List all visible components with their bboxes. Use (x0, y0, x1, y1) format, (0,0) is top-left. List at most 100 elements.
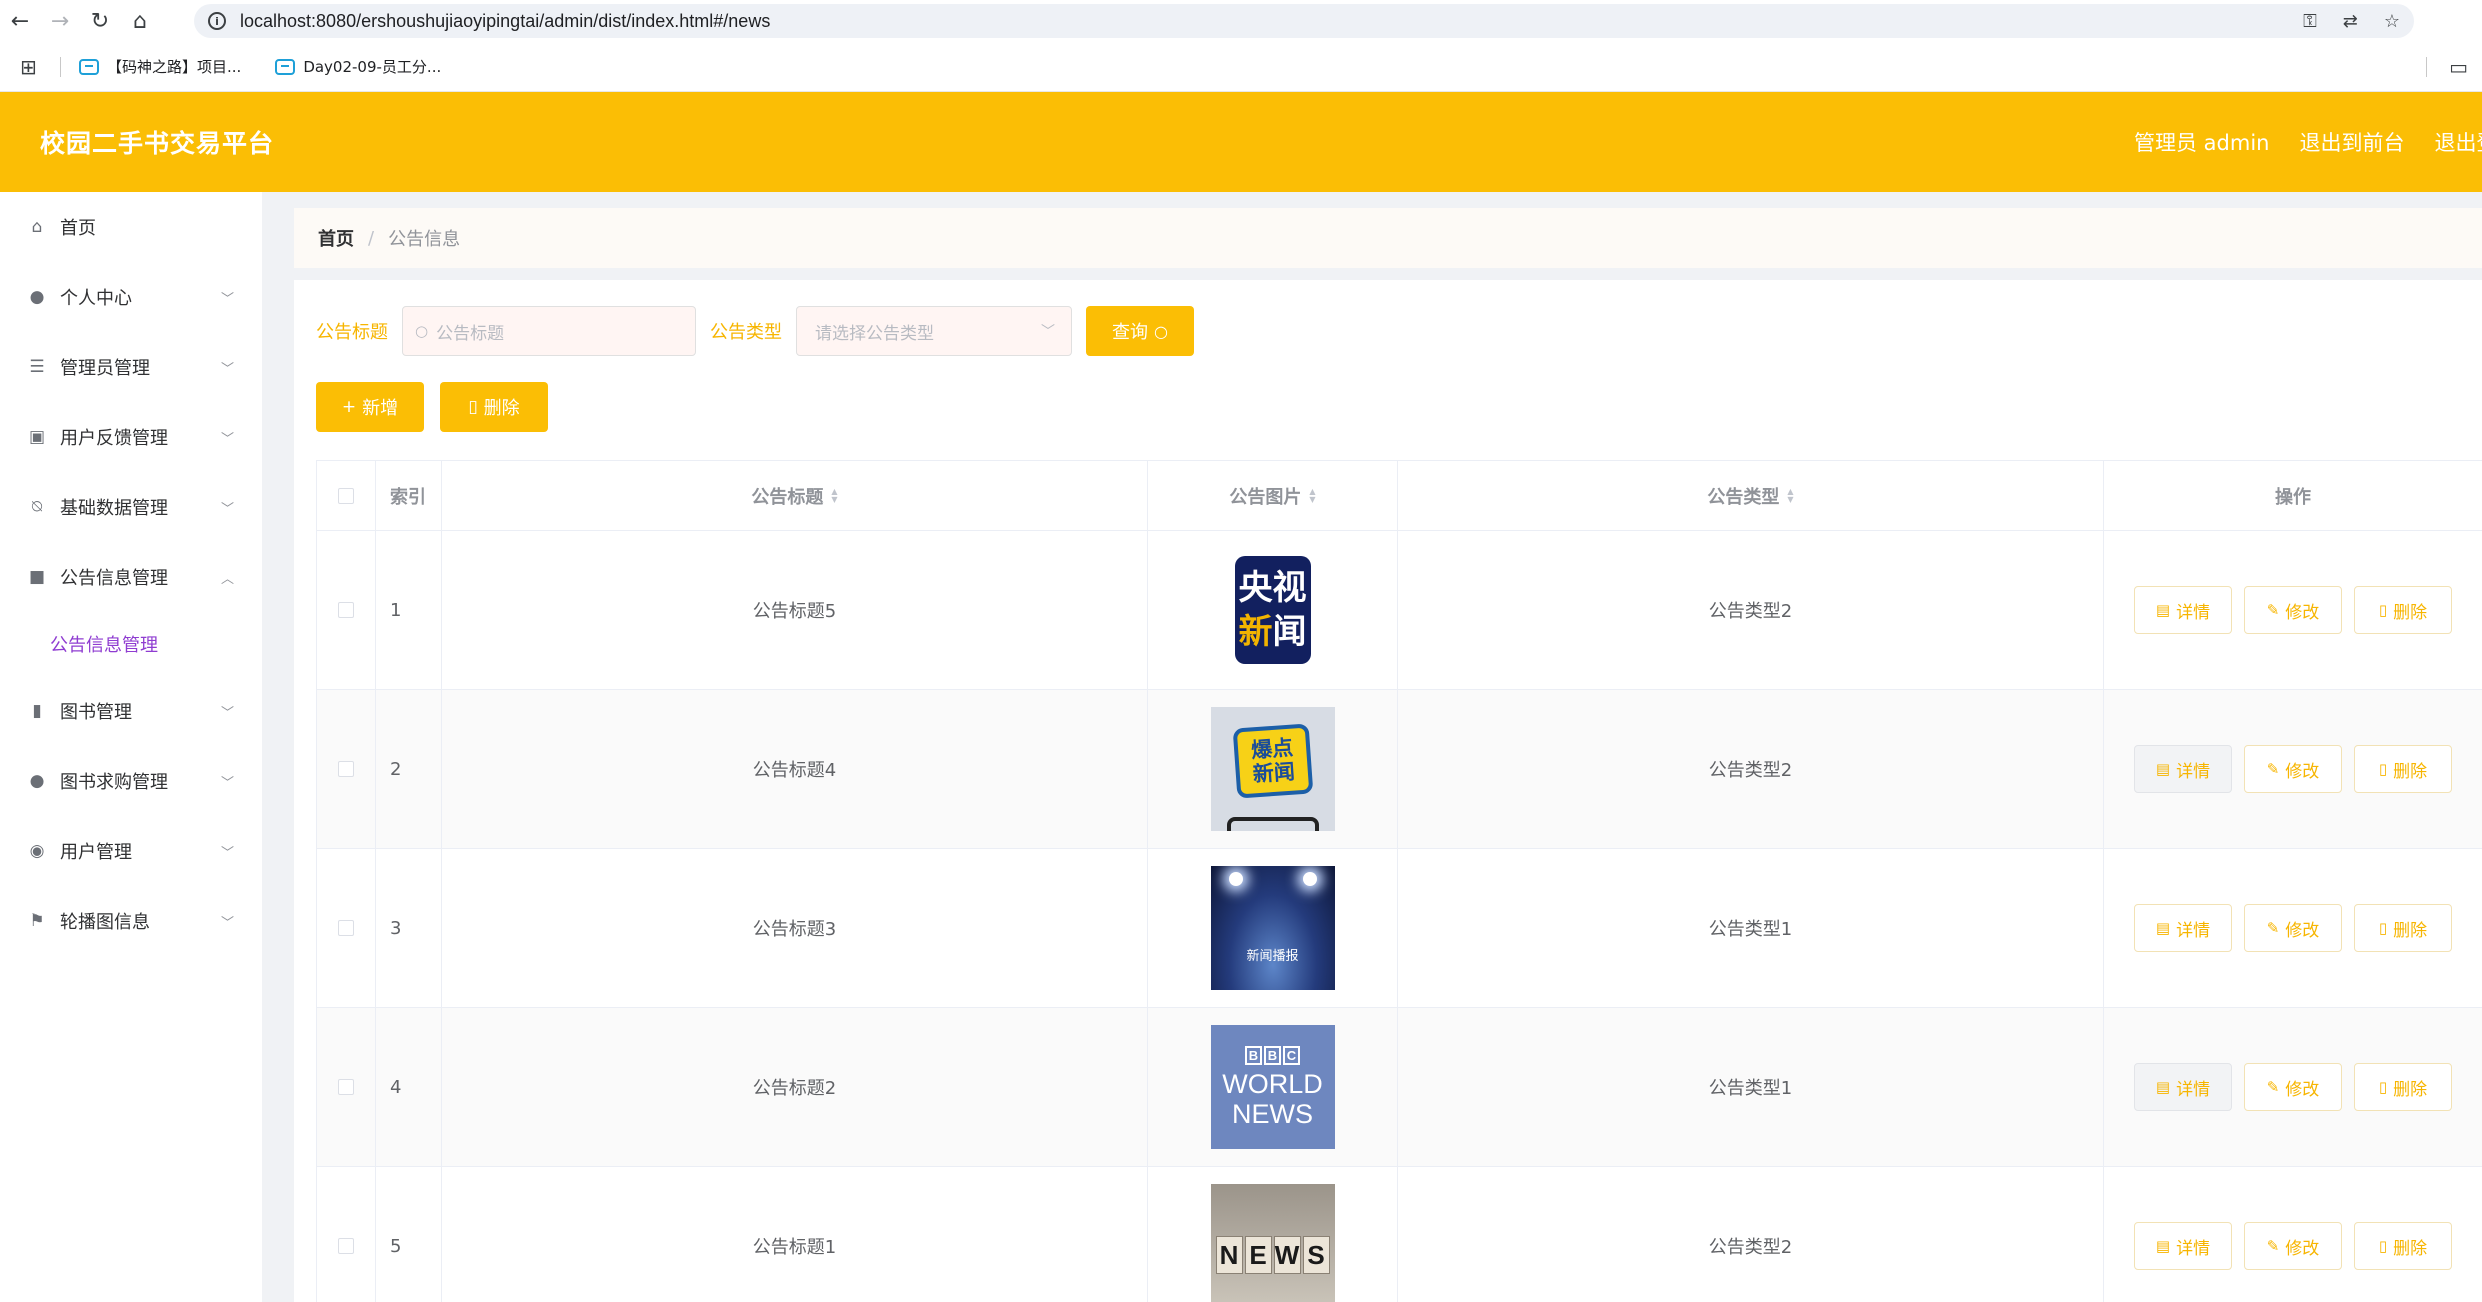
logo-text-highlight: 新 (1238, 612, 1273, 652)
sidebar-item-label: 首页 (60, 218, 96, 239)
sidebar-item-book-management[interactable]: ▮ 图书管理 ﹀ (0, 676, 262, 746)
add-button[interactable]: + 新增 (316, 382, 424, 432)
title-search-input[interactable]: ○ 公告标题 (402, 306, 696, 356)
exit-to-frontend-link[interactable]: 退出到前台 (2299, 127, 2404, 157)
star-icon[interactable]: ☆ (2384, 11, 2400, 32)
bilibili-icon (275, 58, 296, 75)
edit-button[interactable]: ✎ 修改 (2244, 1063, 2342, 1111)
select-all-checkbox[interactable] (338, 487, 354, 504)
user-icon: ● (29, 287, 45, 307)
column-header-type[interactable]: 公告类型 ▲ ▼ (1398, 461, 2104, 530)
reload-icon[interactable]: ↻ (80, 0, 120, 42)
row-title: 公告标题3 (442, 849, 1148, 1007)
type-filter-label: 公告类型 (710, 322, 782, 343)
search-icon: ○ (1154, 321, 1168, 341)
sort-icon[interactable]: ▲ ▼ (1787, 487, 1793, 504)
site-info-icon[interactable]: i (208, 12, 226, 30)
row-checkbox[interactable] (338, 920, 354, 936)
edit-label: 修改 (2285, 602, 2320, 623)
row-checkbox[interactable] (338, 1238, 354, 1254)
translate-icon[interactable]: ⇄ (2343, 11, 2358, 32)
delete-button[interactable]: ▯ 删除 (2354, 586, 2452, 634)
row-type: 公告类型2 (1398, 690, 2104, 848)
logout-link[interactable]: 退出登录 (2434, 127, 2482, 157)
column-header-label: 公告图片 (1229, 486, 1302, 508)
apps-grid-icon[interactable]: ⊞ (20, 55, 50, 79)
pencil-icon: ✎ (2266, 1078, 2280, 1096)
row-checkbox[interactable] (338, 602, 354, 618)
document-icon: ▤ (2155, 760, 2171, 778)
row-checkbox[interactable] (338, 1079, 354, 1095)
breadcrumb-home[interactable]: 首页 (318, 225, 354, 251)
sidebar-item-basic-data[interactable]: ⍉ 基础数据管理 ﹀ (0, 472, 262, 542)
bbc-letter: B (1245, 1045, 1262, 1065)
sidebar-item-feedback-management[interactable]: ▣ 用户反馈管理 ﹀ (0, 402, 262, 472)
edit-label: 修改 (2285, 1079, 2320, 1100)
sort-icon[interactable]: ▲ ▼ (831, 487, 837, 504)
location-icon: ◉ (29, 841, 45, 861)
detail-button[interactable]: ▤ 详情 (2134, 1063, 2232, 1111)
sidebar-item-label: 用户反馈管理 (60, 428, 168, 449)
sidebar-item-book-request[interactable]: ● 图书求购管理 ﹀ (0, 746, 262, 816)
edit-button[interactable]: ✎ 修改 (2244, 586, 2342, 634)
badge-text-line: 爆点 (1249, 735, 1294, 763)
column-header-label: 索引 (390, 486, 426, 508)
type-select[interactable]: 请选择公告类型 ﹀ (796, 306, 1072, 356)
table-row: 4 公告标题2 B B C WORLD NEWS 公告类型1 ▤ 详情 ✎ 修改 (316, 1008, 2482, 1167)
delete-button[interactable]: ▯ 删除 (2354, 904, 2452, 952)
sidebar-item-carousel[interactable]: ⚑ 轮播图信息 ﹀ (0, 886, 262, 956)
breadcrumb-separator: / (368, 227, 375, 249)
chevron-down-icon: ﹀ (220, 502, 234, 517)
submenu-item-announcement[interactable]: 公告信息管理 (0, 612, 262, 676)
sidebar-item-personal-center[interactable]: ● 个人中心 ﹀ (0, 262, 262, 332)
address-bar[interactable]: i localhost:8080/ershoushujiaoyipingtai/… (194, 4, 2414, 38)
column-header-image[interactable]: 公告图片 ▲ ▼ (1148, 461, 1398, 530)
bookmarks-bar: ⊞ 【码神之路】项目... Day02-09-员工分... ▭ (0, 42, 2482, 92)
back-icon[interactable]: ← (0, 0, 40, 42)
detail-button[interactable]: ▤ 详情 (2134, 586, 2232, 634)
batch-delete-button[interactable]: ▯ 删除 (440, 382, 548, 432)
sidebar-item-admin-management[interactable]: ☰ 管理员管理 ﹀ (0, 332, 262, 402)
key-icon[interactable]: ⚿ (2303, 11, 2317, 32)
document-icon: ▤ (2155, 1237, 2171, 1255)
detail-label: 详情 (2176, 761, 2211, 782)
letter-tiles: N E W S (1215, 1236, 1330, 1274)
edit-button[interactable]: ✎ 修改 (2244, 904, 2342, 952)
sidebar-item-user-management[interactable]: ◉ 用户管理 ﹀ (0, 816, 262, 886)
table-row: 1 公告标题5 央视 新闻 公告类型2 ▤ 详情 ✎ 修改 ▯ 删除 (316, 531, 2482, 690)
edit-button[interactable]: ✎ 修改 (2244, 745, 2342, 793)
delete-button[interactable]: ▯ 删除 (2354, 1063, 2452, 1111)
row-image-cell: 新闻播报 (1148, 849, 1398, 1007)
detail-label: 详情 (2176, 920, 2211, 941)
row-checkbox[interactable] (338, 761, 354, 777)
detail-button[interactable]: ▤ 详情 (2134, 904, 2232, 952)
column-header-index: 索引 (376, 461, 442, 530)
sliders-icon: ☰ (29, 357, 45, 377)
chevron-down-icon: ﹀ (220, 776, 234, 791)
table-row: 2 公告标题4 爆点 新闻 公告类型2 ▤ 详情 ✎ 修改 ▯ 删除 (316, 690, 2482, 849)
app-title: 校园二手书交易平台 (40, 129, 275, 158)
query-button[interactable]: 查询 ○ (1086, 306, 1194, 356)
delete-button[interactable]: ▯ 删除 (2354, 745, 2452, 793)
home-icon[interactable]: ⌂ (120, 0, 160, 42)
search-form: 公告标题 ○ 公告标题 公告类型 请选择公告类型 ﹀ 查询 ○ (316, 306, 1194, 356)
detail-button[interactable]: ▤ 详情 (2134, 1222, 2232, 1270)
forward-icon[interactable]: → (40, 0, 80, 42)
column-header-title[interactable]: 公告标题 ▲ ▼ (442, 461, 1148, 530)
chevron-down-icon: ﹀ (220, 916, 234, 931)
bookmark-item[interactable]: Day02-09-员工分... (275, 56, 441, 77)
sidebar-item-home[interactable]: ⌂ 首页 (0, 192, 262, 262)
detail-label: 详情 (2176, 602, 2211, 623)
sidebar-item-label: 管理员管理 (60, 358, 150, 379)
delete-label: 删除 (2393, 761, 2428, 782)
bookmark-item[interactable]: 【码神之路】项目... (79, 56, 241, 77)
bookmarks-divider (60, 56, 61, 77)
sort-icon[interactable]: ▲ ▼ (1309, 487, 1315, 504)
delete-button[interactable]: ▯ 删除 (2354, 1222, 2452, 1270)
edit-button[interactable]: ✎ 修改 (2244, 1222, 2342, 1270)
detail-label: 详情 (2176, 1079, 2211, 1100)
stage-caption: 新闻播报 (1246, 949, 1299, 964)
sidebar-item-announcement-management[interactable]: ■ 公告信息管理 ︿ (0, 542, 262, 612)
detail-button[interactable]: ▤ 详情 (2134, 745, 2232, 793)
folder-icon[interactable]: ▭ (2449, 55, 2468, 79)
